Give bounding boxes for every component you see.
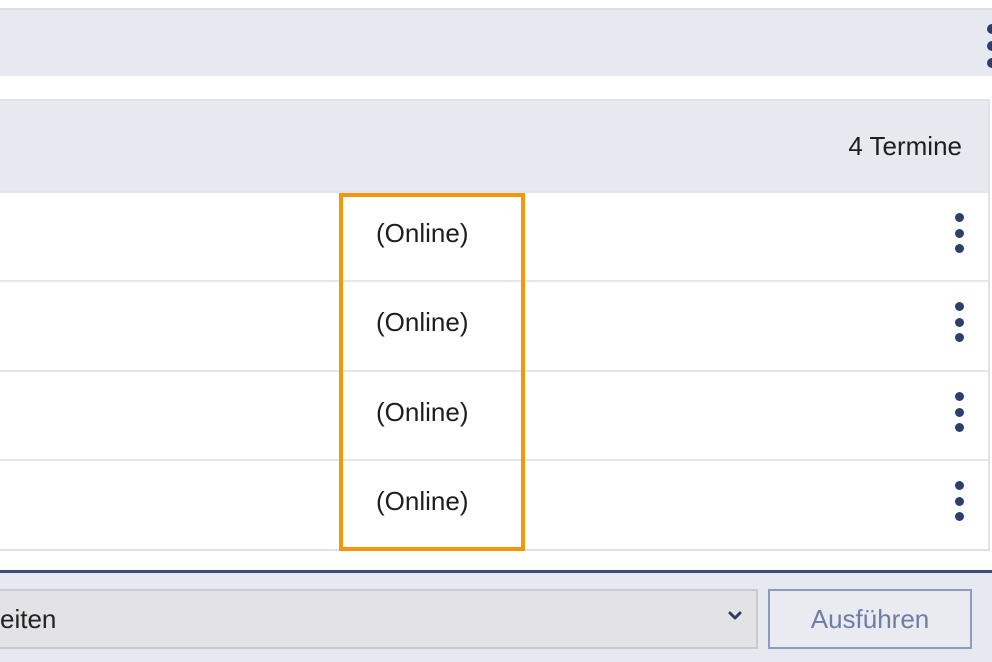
appointments-table: 4 Termine (Online) (Online) (Online) (On… — [0, 99, 990, 551]
bulk-action-bar: eiten Ausführen — [0, 570, 992, 662]
table-row: (Online) — [0, 459, 988, 548]
top-toolbar — [0, 8, 992, 76]
row-menu-icon[interactable] — [954, 213, 964, 253]
appointment-count: 4 Termine — [848, 131, 962, 161]
table-row: (Online) — [0, 370, 988, 459]
location-label: (Online) — [376, 397, 469, 427]
page: 4 Termine (Online) (Online) (Online) (On… — [0, 0, 992, 662]
row-menu-icon[interactable] — [954, 481, 964, 521]
more-options-icon[interactable] — [987, 24, 992, 68]
table-header: 4 Termine — [0, 101, 988, 191]
location-label: (Online) — [376, 486, 469, 516]
action-select-value: eiten — [0, 604, 57, 634]
run-button[interactable]: Ausführen — [768, 589, 972, 649]
location-label: (Online) — [376, 307, 469, 337]
table-row: (Online) — [0, 280, 988, 369]
row-menu-icon[interactable] — [954, 302, 964, 342]
row-menu-icon[interactable] — [954, 392, 964, 432]
action-select[interactable]: eiten — [0, 589, 758, 649]
location-label: (Online) — [376, 218, 469, 248]
chevron-down-icon — [728, 611, 742, 620]
table-row: (Online) — [0, 191, 988, 280]
